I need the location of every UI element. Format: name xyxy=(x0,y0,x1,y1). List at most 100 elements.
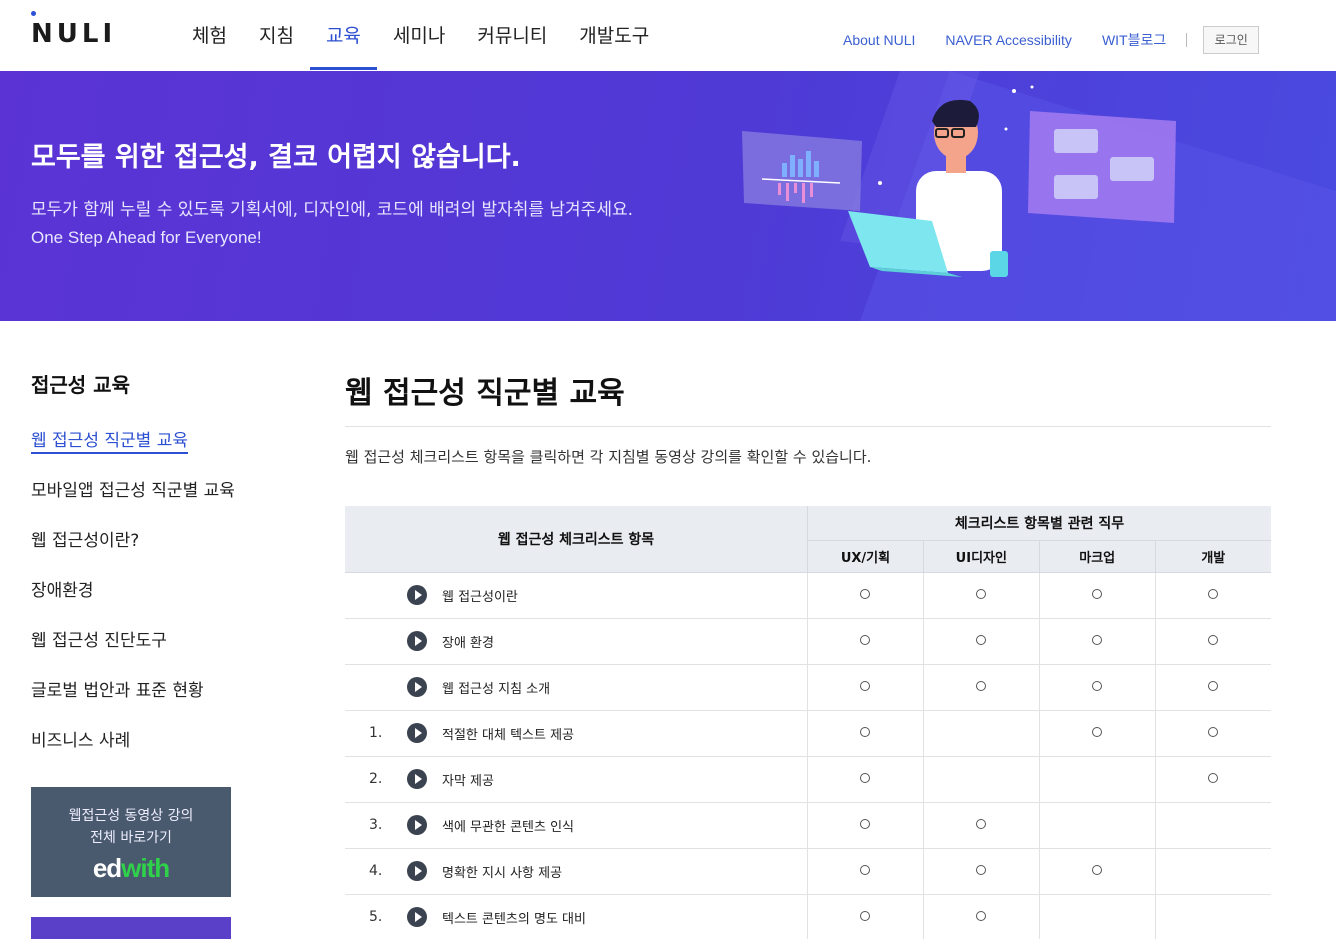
play-icon[interactable] xyxy=(407,861,427,881)
checklist-item[interactable]: 웹 접근성 지침 소개 xyxy=(359,677,807,697)
job-mark-cell xyxy=(1155,894,1271,939)
lnb-item-business-case[interactable]: 비즈니스 사례 xyxy=(31,726,235,776)
job-mark-cell xyxy=(1039,802,1156,849)
about-nuli-link[interactable]: About NULI xyxy=(843,26,915,54)
checklist-item-label[interactable]: 명확한 지시 사항 제공 xyxy=(442,862,562,881)
job-mark-cell xyxy=(1039,710,1156,757)
circle-mark-icon xyxy=(860,726,871,737)
job-mark-cell xyxy=(923,802,1040,849)
checklist-item-label[interactable]: 웹 접근성 지침 소개 xyxy=(442,678,550,697)
nav-item-seminar[interactable]: 세미나 xyxy=(377,0,461,71)
play-icon[interactable] xyxy=(407,631,427,651)
nav-item-devtools[interactable]: 개발도구 xyxy=(563,0,665,71)
lnb-item-label: 웹 접근성이란? xyxy=(31,531,140,551)
checklist-item[interactable]: 장애 환경 xyxy=(359,631,807,651)
job-mark-cell xyxy=(807,756,924,803)
local-nav: 웹 접근성 직군별 교육 모바일앱 접근성 직군별 교육 웹 접근성이란? 장애… xyxy=(31,426,235,776)
checklist-item[interactable]: 5. 텍스트 콘텐츠의 명도 대비 xyxy=(359,907,807,927)
circle-mark-icon xyxy=(1092,634,1103,645)
hero-description: 모두가 함께 누릴 수 있도록 기획서에, 디자인에, 코드에 배려의 발자취를… xyxy=(31,200,634,220)
col-header-group: 체크리스트 항목별 관련 직무 xyxy=(807,506,1271,541)
nav-item-education[interactable]: 교육 xyxy=(309,0,377,71)
nav-item-guideline[interactable]: 지침 xyxy=(243,0,310,71)
circle-mark-icon xyxy=(976,910,987,921)
job-mark-cell xyxy=(923,572,1040,619)
lnb-item-global-law[interactable]: 글로벌 법안과 표준 현황 xyxy=(31,676,235,726)
nav-item-community[interactable]: 커뮤니티 xyxy=(461,0,563,71)
play-icon[interactable] xyxy=(407,723,427,743)
lnb-item-web-role-edu[interactable]: 웹 접근성 직군별 교육 xyxy=(31,426,235,476)
checklist-item-label[interactable]: 색에 무관한 콘텐츠 인식 xyxy=(442,816,574,835)
checklist-item-label[interactable]: 텍스트 콘텐츠의 명도 대비 xyxy=(442,908,586,927)
checklist-item-cell: 4. 명확한 지시 사항 제공 xyxy=(345,848,809,895)
secondary-banner[interactable] xyxy=(31,917,231,939)
checklist-item-cell: 장애 환경 xyxy=(345,618,809,665)
item-number: 2. xyxy=(369,771,383,787)
circle-mark-icon xyxy=(976,818,987,829)
banner-text-line1: 웹접근성 동영상 강의 xyxy=(68,808,194,824)
lnb-item-label: 웹 접근성 진단도구 xyxy=(31,631,167,651)
table-row: 1. 적절한 대체 텍스트 제공 xyxy=(345,710,1271,757)
edwith-logo-b: with xyxy=(121,853,170,883)
col-header-item: 웹 접근성 체크리스트 항목 xyxy=(345,506,809,573)
job-mark-cell xyxy=(807,572,924,619)
lnb-item-label: 장애환경 xyxy=(31,581,94,601)
play-icon[interactable] xyxy=(407,585,427,605)
job-mark-cell xyxy=(1039,664,1156,711)
table-row: 4. 명확한 지시 사항 제공 xyxy=(345,848,1271,895)
lnb-item-label: 모바일앱 접근성 직군별 교육 xyxy=(31,481,235,501)
nav-item-experience[interactable]: 체험 xyxy=(176,0,243,71)
checklist-item-label[interactable]: 장애 환경 xyxy=(442,632,494,651)
col-header-ux: UX/기획 xyxy=(807,540,924,573)
checklist-item-label[interactable]: 웹 접근성이란 xyxy=(442,586,518,605)
play-icon[interactable] xyxy=(407,815,427,835)
page-description: 웹 접근성 체크리스트 항목을 클릭하면 각 지침별 동영상 강의를 확인할 수… xyxy=(345,448,872,466)
edwith-logo-a: ed xyxy=(92,853,122,883)
circle-mark-icon xyxy=(860,818,871,829)
job-mark-cell xyxy=(1039,848,1156,895)
title-divider xyxy=(345,426,1271,427)
job-mark-cell xyxy=(807,848,924,895)
circle-mark-icon xyxy=(976,864,987,875)
job-mark-cell xyxy=(923,848,1040,895)
play-icon[interactable] xyxy=(407,907,427,927)
job-mark-cell xyxy=(1155,756,1271,803)
job-mark-cell xyxy=(807,664,924,711)
play-icon[interactable] xyxy=(407,769,427,789)
circle-mark-icon xyxy=(1208,588,1219,599)
circle-mark-icon xyxy=(860,680,871,691)
checklist-item-cell: 5. 텍스트 콘텐츠의 명도 대비 xyxy=(345,894,809,939)
hero-title: 모두를 위한 접근성, 결코 어렵지 않습니다. xyxy=(31,142,521,173)
divider xyxy=(1186,33,1188,47)
checklist-item-cell: 3. 색에 무관한 콘텐츠 인식 xyxy=(345,802,809,849)
lnb-item-label: 비즈니스 사례 xyxy=(31,731,131,751)
wit-blog-link[interactable]: WIT블로그 xyxy=(1102,26,1166,54)
circle-mark-icon xyxy=(1208,772,1219,783)
play-icon[interactable] xyxy=(407,677,427,697)
checklist-item-label[interactable]: 적절한 대체 텍스트 제공 xyxy=(442,724,574,743)
hero-slogan: One Step Ahead for Everyone! xyxy=(31,228,262,247)
checklist-item[interactable]: 1. 적절한 대체 텍스트 제공 xyxy=(359,723,807,743)
circle-mark-icon xyxy=(1092,726,1103,737)
job-mark-cell xyxy=(1039,572,1156,619)
lnb-item-mobile-role-edu[interactable]: 모바일앱 접근성 직군별 교육 xyxy=(31,476,235,526)
naver-accessibility-link[interactable]: NAVER Accessibility xyxy=(945,26,1072,54)
job-mark-cell xyxy=(1155,802,1271,849)
lnb-item-disability-env[interactable]: 장애환경 xyxy=(31,576,235,626)
circle-mark-icon xyxy=(860,864,871,875)
lnb-item-what-is-accessibility[interactable]: 웹 접근성이란? xyxy=(31,526,235,576)
edwith-banner[interactable]: 웹접근성 동영상 강의 전체 바로가기 edwith xyxy=(31,787,231,897)
circle-mark-icon xyxy=(976,680,987,691)
nuli-logo[interactable]: NULI xyxy=(31,14,116,54)
checklist-item[interactable]: 2. 자막 제공 xyxy=(359,769,807,789)
login-button[interactable]: 로그인 xyxy=(1203,26,1260,54)
circle-mark-icon xyxy=(1092,680,1103,691)
checklist-item[interactable]: 3. 색에 무관한 콘텐츠 인식 xyxy=(359,815,807,835)
checklist-item-label[interactable]: 자막 제공 xyxy=(442,770,494,789)
job-mark-cell xyxy=(807,710,924,757)
lnb-item-diagnosis-tools[interactable]: 웹 접근성 진단도구 xyxy=(31,626,235,676)
item-number: 3. xyxy=(369,817,383,833)
checklist-item[interactable]: 웹 접근성이란 xyxy=(359,585,807,605)
checklist-item[interactable]: 4. 명확한 지시 사항 제공 xyxy=(359,861,807,881)
lnb-item-label: 웹 접근성 직군별 교육 xyxy=(31,431,188,454)
